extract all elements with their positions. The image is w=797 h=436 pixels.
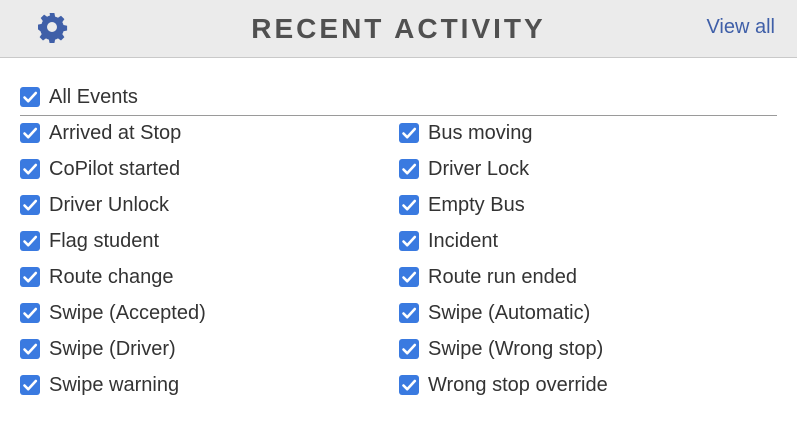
all-events-checkbox[interactable]: All Events	[20, 84, 138, 110]
event-label: Flag student	[49, 229, 160, 252]
checkbox-checked-icon[interactable]	[399, 375, 419, 395]
event-checkbox-flag-student[interactable]: Flag student	[20, 228, 159, 254]
panel-title: RECENT ACTIVITY	[251, 13, 546, 44]
event-checkbox-route-run-ended[interactable]: Route run ended	[399, 264, 577, 290]
checkbox-checked-icon[interactable]	[20, 303, 40, 323]
event-label: Driver Lock	[428, 157, 530, 180]
checkbox-checked-icon[interactable]	[20, 159, 40, 179]
event-checkbox-swipe-driver[interactable]: Swipe (Driver)	[20, 336, 176, 362]
event-checkbox-swipe-warning[interactable]: Swipe warning	[20, 372, 179, 398]
recent-activity-panel: RECENT ACTIVITY View all All Events Arri…	[0, 0, 797, 436]
event-label: Swipe (Driver)	[49, 337, 176, 360]
checkbox-checked-icon[interactable]	[399, 123, 419, 143]
checkbox-checked-icon[interactable]	[399, 159, 419, 179]
divider	[20, 115, 777, 116]
event-checkbox-driver-unlock[interactable]: Driver Unlock	[20, 192, 169, 218]
event-checkbox-wrong-stop-override[interactable]: Wrong stop override	[399, 372, 608, 398]
event-label: Wrong stop override	[428, 373, 608, 396]
checkbox-checked-icon[interactable]	[20, 123, 40, 143]
checkbox-checked-icon[interactable]	[20, 267, 40, 287]
event-label: Arrived at Stop	[49, 121, 182, 144]
event-checkbox-swipe-accepted[interactable]: Swipe (Accepted)	[20, 300, 206, 326]
checkbox-checked-icon[interactable]	[20, 195, 40, 215]
event-checkbox-swipe-wrong-stop[interactable]: Swipe (Wrong stop)	[399, 336, 603, 362]
event-label: Driver Unlock	[49, 193, 170, 216]
checkbox-checked-icon[interactable]	[399, 231, 419, 251]
checkbox-checked-icon[interactable]	[399, 267, 419, 287]
event-label: Route change	[49, 265, 174, 288]
event-checkbox-copilot-started[interactable]: CoPilot started	[20, 156, 180, 182]
checkbox-checked-icon[interactable]	[399, 303, 419, 323]
event-label: Bus moving	[428, 121, 533, 144]
event-label: Route run ended	[428, 265, 578, 288]
checkbox-checked-icon[interactable]	[399, 339, 419, 359]
event-label: Swipe (Wrong stop)	[428, 337, 604, 360]
event-checkbox-incident[interactable]: Incident	[399, 228, 498, 254]
event-label: Incident	[428, 229, 499, 252]
view-all-link[interactable]: View all	[706, 0, 775, 54]
checkbox-checked-icon[interactable]	[20, 231, 40, 251]
event-label: Swipe warning	[49, 373, 180, 396]
event-checkbox-bus-moving[interactable]: Bus moving	[399, 120, 533, 146]
event-checkbox-arrived-at-stop[interactable]: Arrived at Stop	[20, 120, 181, 146]
checkbox-checked-icon[interactable]	[399, 195, 419, 215]
event-label: Swipe (Accepted)	[49, 301, 206, 324]
event-label: Swipe (Automatic)	[428, 301, 591, 324]
event-label: Empty Bus	[428, 193, 525, 216]
event-checkbox-swipe-automatic[interactable]: Swipe (Automatic)	[399, 300, 590, 326]
checkbox-checked-icon[interactable]	[20, 87, 40, 107]
panel-header: RECENT ACTIVITY View all	[0, 0, 797, 58]
event-checkbox-driver-lock[interactable]: Driver Lock	[399, 156, 529, 182]
event-checkbox-route-change[interactable]: Route change	[20, 264, 174, 290]
all-events-label: All Events	[49, 85, 138, 108]
event-checkbox-empty-bus[interactable]: Empty Bus	[399, 192, 525, 218]
event-label: CoPilot started	[49, 157, 181, 180]
checkbox-checked-icon[interactable]	[20, 375, 40, 395]
checkbox-checked-icon[interactable]	[20, 339, 40, 359]
